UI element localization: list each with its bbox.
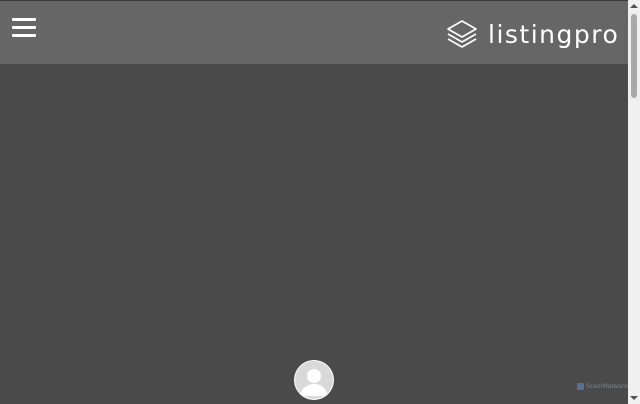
menu-bar-line [12, 34, 36, 37]
watermark-text: ScamMalware [586, 383, 628, 390]
arrow-down-icon[interactable] [628, 392, 640, 404]
site-logo[interactable]: listingpro [446, 19, 619, 51]
scrollbar-thumb[interactable] [631, 14, 637, 98]
main-content [0, 64, 628, 404]
vertical-scrollbar[interactable] [628, 0, 640, 404]
stacked-layers-icon [447, 20, 477, 48]
logo-wordmark: listingpro [488, 20, 620, 49]
user-avatar-icon[interactable] [294, 360, 334, 400]
avatar-silhouette [295, 361, 333, 399]
scam-malware-watermark: ScamMalware [577, 383, 628, 390]
watermark-logo-icon [577, 383, 584, 390]
menu-bar-line [12, 26, 36, 29]
hamburger-menu-icon[interactable] [12, 18, 36, 38]
menu-bar-line [12, 18, 36, 21]
arrow-up-icon[interactable] [628, 0, 640, 12]
site-header: listingpro [0, 1, 628, 64]
